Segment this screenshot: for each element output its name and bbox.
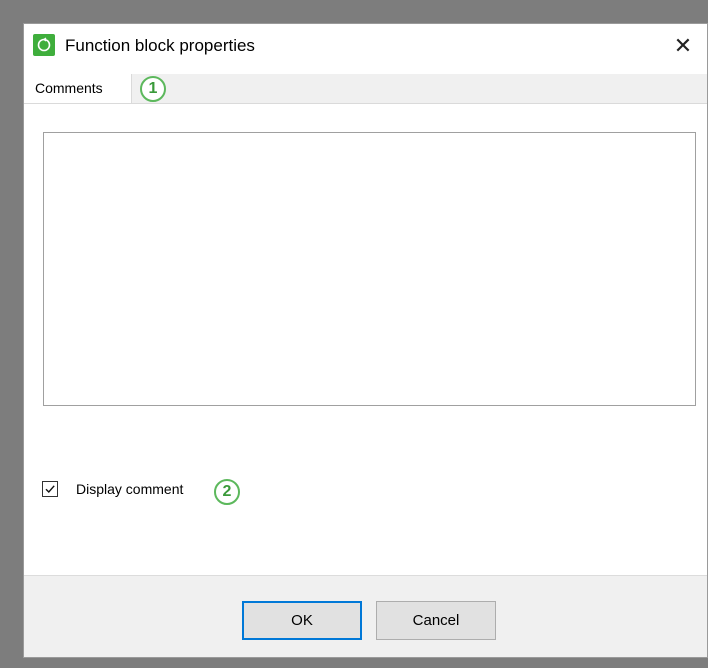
function-block-properties-dialog: Function block properties ✕ Comments 1 D…: [23, 23, 708, 658]
ok-button[interactable]: OK: [242, 601, 362, 640]
display-comment-label[interactable]: Display comment: [76, 481, 183, 497]
tab-comments[interactable]: Comments: [24, 74, 132, 103]
comment-textarea[interactable]: [43, 132, 696, 406]
app-icon: [33, 34, 55, 56]
close-icon[interactable]: ✕: [665, 28, 701, 64]
checkmark-icon: [45, 485, 55, 494]
callout-marker-2: 2: [214, 479, 240, 505]
title-bar: Function block properties ✕: [24, 24, 707, 74]
button-bar: OK Cancel: [24, 575, 707, 657]
display-comment-checkbox[interactable]: [42, 481, 58, 497]
cancel-button[interactable]: Cancel: [376, 601, 496, 640]
dialog-title: Function block properties: [65, 36, 255, 55]
tab-strip: Comments: [24, 74, 707, 104]
callout-marker-1: 1: [140, 76, 166, 102]
